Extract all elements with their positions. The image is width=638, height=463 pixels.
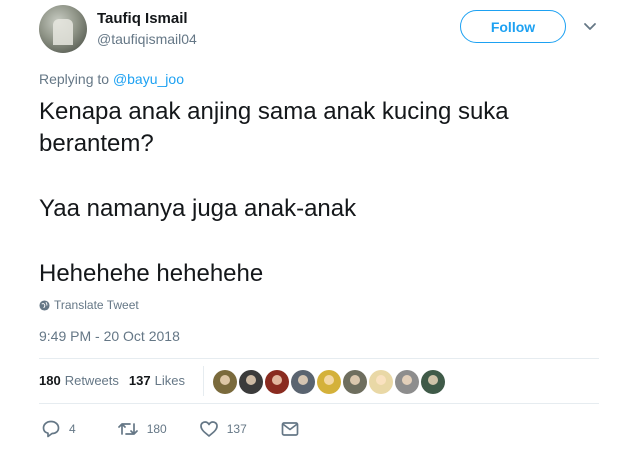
liker-avatar[interactable] bbox=[239, 370, 263, 394]
stats-separator bbox=[203, 366, 204, 396]
reply-icon bbox=[42, 420, 60, 438]
liker-avatar[interactable] bbox=[395, 370, 419, 394]
likes-stat[interactable]: 137 Likes bbox=[129, 373, 185, 388]
follow-button[interactable]: Follow bbox=[460, 10, 566, 43]
author-avatar[interactable] bbox=[39, 5, 87, 53]
retweets-stat[interactable]: 180 Retweets bbox=[39, 373, 119, 388]
retweet-count: 180 bbox=[146, 422, 167, 436]
reply-count: 4 bbox=[69, 422, 76, 436]
divider bbox=[39, 358, 599, 359]
liker-avatar[interactable] bbox=[343, 370, 367, 394]
tweet-actions: 4 180 137 bbox=[39, 420, 308, 438]
liker-avatar[interactable] bbox=[421, 370, 445, 394]
chevron-down-icon[interactable] bbox=[582, 20, 598, 34]
like-action[interactable]: 137 bbox=[199, 420, 247, 438]
direct-message-action[interactable] bbox=[280, 420, 308, 438]
like-count: 137 bbox=[226, 422, 247, 436]
liker-avatar[interactable] bbox=[369, 370, 393, 394]
retweets-label: Retweets bbox=[64, 373, 119, 388]
liker-avatar[interactable] bbox=[265, 370, 289, 394]
replying-prefix: Replying to bbox=[39, 71, 110, 87]
replying-to-link[interactable]: @bayu_joo bbox=[113, 71, 184, 87]
translate-label[interactable]: Translate Tweet bbox=[54, 298, 139, 312]
retweet-action[interactable]: 180 bbox=[117, 420, 167, 438]
tweet-line: Hehehehe hehehehe bbox=[39, 260, 264, 287]
liker-avatar[interactable] bbox=[291, 370, 315, 394]
retweets-count: 180 bbox=[39, 373, 61, 388]
tweet-line: Yaa namanya juga anak-anak bbox=[39, 195, 357, 222]
divider bbox=[39, 403, 599, 404]
replying-to: Replying to @bayu_joo bbox=[39, 71, 184, 87]
translate-tweet[interactable]: Translate Tweet bbox=[39, 298, 139, 312]
likes-label: Likes bbox=[154, 373, 185, 388]
tweet-line: Kenapa anak anjing sama anak kucing suka… bbox=[39, 98, 509, 157]
liker-avatar[interactable] bbox=[213, 370, 237, 394]
tweet-text: Kenapa anak anjing sama anak kucing suka… bbox=[39, 96, 599, 290]
heart-icon bbox=[199, 421, 218, 437]
liker-avatar[interactable] bbox=[317, 370, 341, 394]
likers-avatars bbox=[213, 370, 447, 394]
retweet-icon bbox=[117, 423, 138, 435]
reply-action[interactable]: 4 bbox=[41, 420, 76, 438]
author-name[interactable]: Taufiq Ismail bbox=[97, 10, 188, 27]
tweet-timestamp[interactable]: 9:49 PM - 20 Oct 2018 bbox=[39, 328, 180, 344]
author-handle[interactable]: @taufiqismail04 bbox=[97, 31, 197, 47]
likes-count: 137 bbox=[128, 373, 151, 388]
globe-icon bbox=[39, 299, 50, 311]
envelope-icon bbox=[281, 422, 299, 436]
tweet-stats: 180 Retweets 137 Likes bbox=[39, 373, 185, 388]
